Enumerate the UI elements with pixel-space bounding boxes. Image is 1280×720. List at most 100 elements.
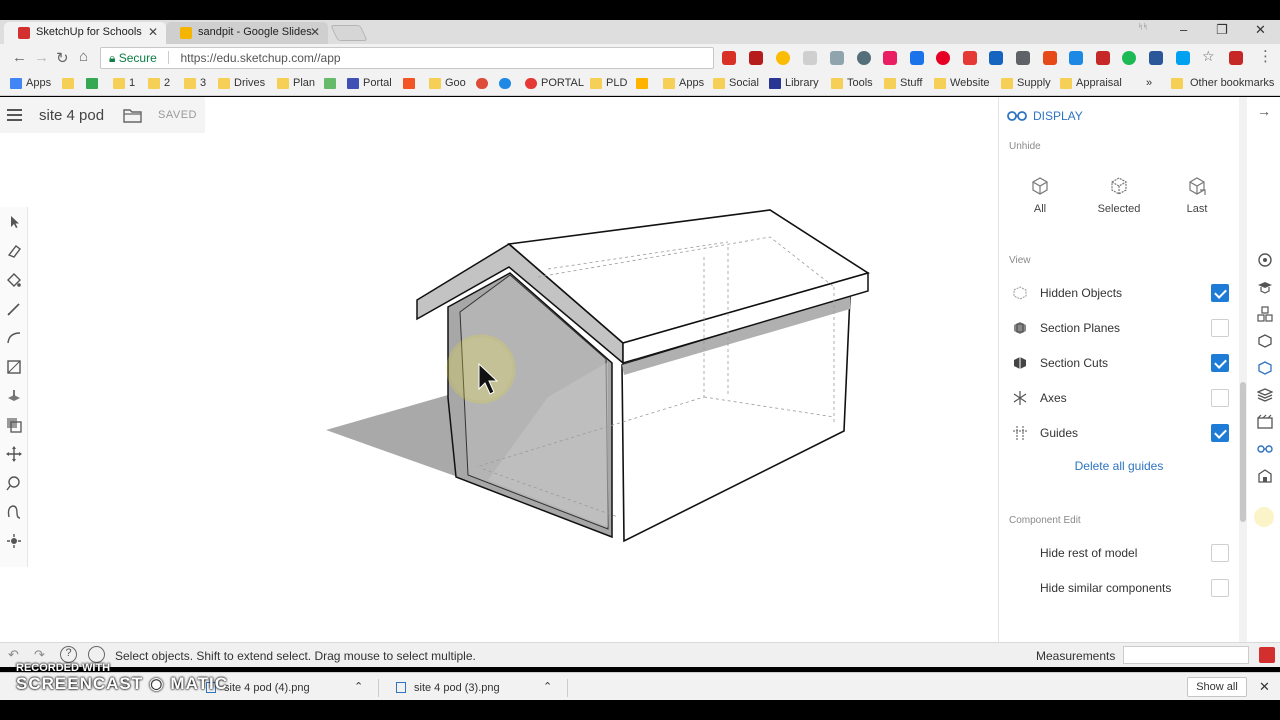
unhide-all-button[interactable]: All — [1010, 175, 1070, 215]
bookmark-apps-folder[interactable]: Apps — [663, 77, 704, 89]
bookmark-1[interactable]: 1 — [113, 77, 135, 89]
bookmark-other[interactable]: Other bookmarks — [1171, 77, 1274, 89]
rectangle-icon[interactable] — [5, 358, 23, 376]
hidden-objects-checkbox[interactable] — [1211, 284, 1229, 302]
menu-hamburger-icon[interactable] — [7, 109, 22, 121]
pinterest-extension-icon[interactable] — [936, 51, 950, 65]
component-item-hide-rest[interactable]: Hide rest of model — [1009, 542, 1231, 564]
bookmark-appraisal[interactable]: Appraisal — [1060, 77, 1122, 89]
download-menu-chevron-icon[interactable]: ⌃ — [543, 680, 552, 693]
new-tab-button[interactable] — [330, 25, 368, 41]
drive-extension-icon[interactable] — [910, 51, 924, 65]
unhide-selected-button[interactable]: Selected — [1089, 175, 1149, 215]
blue-extension-icon[interactable] — [1176, 51, 1190, 65]
bookmark-portal-ring[interactable]: PORTAL — [525, 77, 584, 89]
bookmark-supply[interactable]: Supply — [1001, 77, 1051, 89]
bookmark-star-icon[interactable]: ☆ — [1202, 48, 1215, 65]
display-glasses-icon[interactable] — [1257, 441, 1273, 457]
view-item-hidden-objects[interactable]: Hidden Objects — [1009, 282, 1231, 304]
bookmark-library[interactable]: Library — [769, 77, 819, 89]
unhide-last-button[interactable]: Last — [1167, 175, 1227, 215]
bookmark-2[interactable]: 2 — [148, 77, 170, 89]
bookmark-portal[interactable]: Portal — [347, 77, 392, 89]
show-all-downloads-button[interactable]: Show all — [1187, 677, 1247, 697]
home-icon[interactable]: ⌂ — [79, 48, 88, 65]
model-viewport[interactable] — [28, 97, 998, 642]
download-menu-chevron-icon[interactable]: ⌃ — [354, 680, 363, 693]
help-icon[interactable]: ? — [60, 646, 77, 663]
tape-measure-icon[interactable] — [5, 474, 23, 492]
measurements-input[interactable] — [1123, 646, 1249, 664]
push-pull-icon[interactable] — [5, 387, 23, 405]
p-extension-icon[interactable] — [883, 51, 897, 65]
scenes-icon[interactable] — [1257, 414, 1273, 430]
hide-similar-checkbox[interactable] — [1211, 579, 1229, 597]
delete-all-guides-link[interactable]: Delete all guides — [999, 459, 1239, 473]
close-download-shelf-icon[interactable]: ✕ — [1259, 679, 1270, 695]
move-icon[interactable] — [5, 445, 23, 463]
close-tab-icon[interactable]: ✕ — [310, 25, 320, 39]
instructor-icon[interactable] — [1257, 279, 1273, 295]
bookmark-pld[interactable]: PLD — [590, 77, 627, 89]
bookmark-stuff[interactable]: Stuff — [884, 77, 922, 89]
styles-icon[interactable] — [1257, 360, 1273, 376]
word-extension-icon[interactable] — [1149, 51, 1163, 65]
undo-icon[interactable]: ↶ — [8, 647, 19, 663]
omnibox[interactable]: 🔒︎ Secure https://edu.sketchup.com//app — [100, 47, 714, 69]
globe-icon[interactable] — [88, 646, 105, 663]
shield-extension-icon[interactable] — [1096, 51, 1110, 65]
green-extension-icon[interactable] — [1122, 51, 1136, 65]
grid-extension-icon[interactable] — [963, 51, 977, 65]
reload-icon[interactable]: ↻ — [56, 49, 69, 67]
new-extension-icon[interactable] — [1069, 51, 1083, 65]
bookmark-website[interactable]: Website — [934, 77, 990, 89]
forward-arrow-icon[interactable]: → — [34, 49, 49, 66]
arc-icon[interactable] — [5, 329, 23, 347]
tab-google-slides[interactable]: sandpit - Google Slides ✕ — [166, 22, 328, 44]
scrollbar-thumb[interactable] — [1240, 382, 1246, 522]
layers-icon[interactable] — [1257, 387, 1273, 403]
pen-extension-icon[interactable] — [1043, 51, 1057, 65]
s-extension-icon[interactable] — [1229, 51, 1243, 65]
bookmark-3[interactable]: 3 — [184, 77, 206, 89]
walk-icon[interactable] — [5, 532, 23, 550]
materials-icon[interactable] — [1257, 333, 1273, 349]
redo-icon[interactable]: ↷ — [34, 647, 45, 663]
view-item-axes[interactable]: Axes — [1009, 387, 1231, 409]
camera-extension-icon[interactable] — [830, 51, 844, 65]
minimize-button[interactable]: – — [1180, 22, 1187, 37]
bookmark-plan[interactable]: Plan — [277, 77, 315, 89]
pinwheel-extension-icon[interactable] — [776, 51, 790, 65]
circle-extension-icon[interactable] — [857, 51, 871, 65]
components-icon[interactable] — [1257, 306, 1273, 322]
gmail-extension-icon[interactable] — [722, 51, 736, 65]
component-item-hide-similar[interactable]: Hide similar components — [1009, 577, 1231, 599]
view-item-section-cuts[interactable]: Section Cuts — [1009, 352, 1231, 374]
orbit-icon[interactable] — [5, 503, 23, 521]
bookmark-apps[interactable]: Apps — [10, 77, 51, 89]
view-item-guides[interactable]: Guides — [1009, 422, 1231, 444]
tab-sketchup[interactable]: SketchUp for Schools ✕ — [4, 22, 166, 44]
panel-scrollbar[interactable] — [1239, 97, 1247, 642]
axes-checkbox[interactable] — [1211, 389, 1229, 407]
3d-warehouse-icon[interactable] — [1257, 468, 1273, 484]
view-item-section-planes[interactable]: Section Planes — [1009, 317, 1231, 339]
section-cuts-checkbox[interactable] — [1211, 354, 1229, 372]
zoom-extension-icon[interactable] — [803, 51, 817, 65]
section-planes-checkbox[interactable] — [1211, 319, 1229, 337]
bookmark-drives[interactable]: Drives — [218, 77, 265, 89]
hide-rest-checkbox[interactable] — [1211, 544, 1229, 562]
3d-model-canvas[interactable] — [28, 97, 998, 642]
paint-bucket-icon[interactable] — [5, 271, 23, 289]
pencil-line-icon[interactable] — [5, 300, 23, 318]
guides-checkbox[interactable] — [1211, 424, 1229, 442]
download-item-2[interactable]: site 4 pod (3).png — [396, 682, 500, 694]
cube-extension-icon[interactable] — [989, 51, 1003, 65]
bookmark-social[interactable]: Social — [713, 77, 759, 89]
collapse-panel-arrow-icon[interactable]: → — [1257, 103, 1273, 119]
bookmark-goo[interactable]: Goo — [429, 77, 466, 89]
close-tab-icon[interactable]: ✕ — [148, 25, 158, 39]
chrome-menu-icon[interactable]: ⋮ — [1258, 47, 1273, 65]
back-arrow-icon[interactable]: ← — [12, 49, 27, 66]
maximize-button[interactable]: ❐ — [1216, 22, 1228, 38]
